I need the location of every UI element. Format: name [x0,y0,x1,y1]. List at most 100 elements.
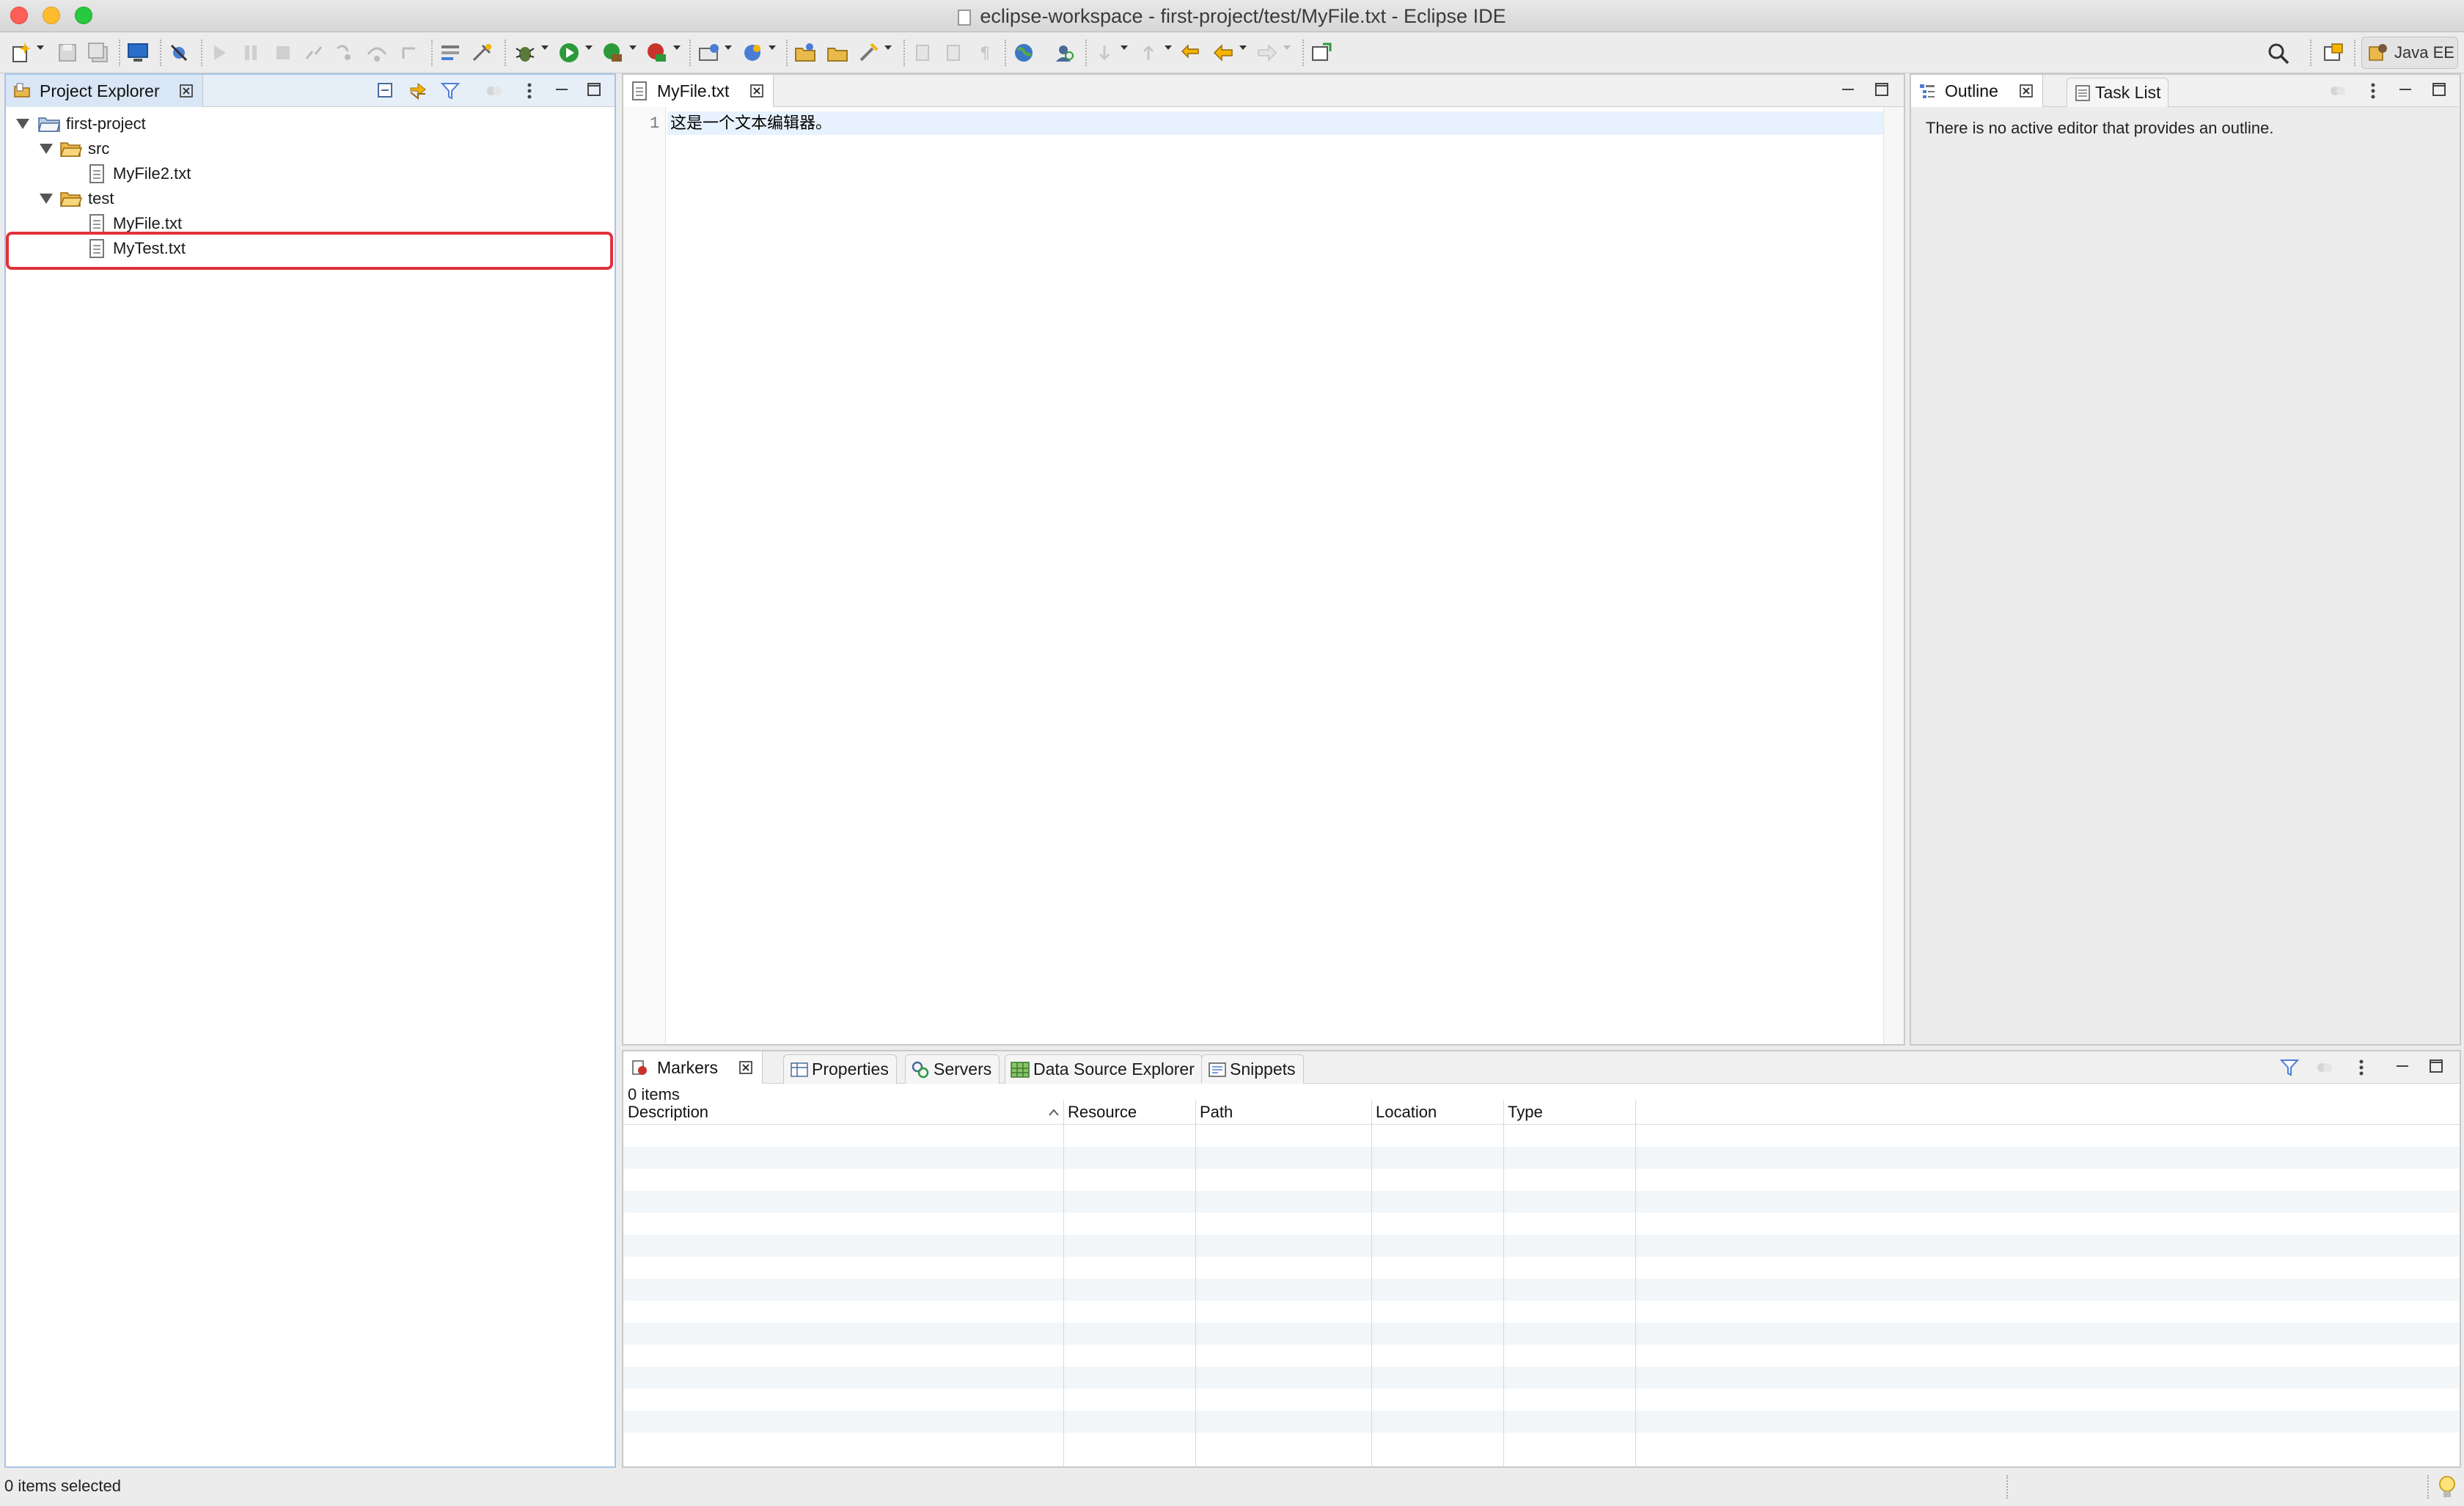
tab-markers[interactable]: Markers [623,1051,763,1084]
disconnect-icon[interactable] [302,41,326,65]
terminal-icon[interactable] [126,41,150,65]
chevron-down-icon[interactable] [725,45,732,50]
chevron-down-icon[interactable] [629,45,637,50]
tab-outline[interactable]: Outline [1911,75,2043,107]
block-selection-icon[interactable] [942,41,965,65]
open-perspective-icon[interactable] [2322,41,2345,65]
run-on-server-icon[interactable] [601,41,625,65]
tab-servers[interactable]: Servers [905,1054,1000,1084]
chevron-down-icon[interactable] [1283,45,1291,50]
chevron-down-icon[interactable] [884,45,892,50]
forward-icon[interactable] [1255,41,1279,65]
save-all-icon[interactable] [87,41,110,65]
markers-icon [632,1060,647,1075]
focus-on-active-task-icon[interactable] [2314,1057,2335,1078]
step-return-icon[interactable] [397,41,421,65]
main-toolbar: ¶ Java EE [0,32,2464,73]
chevron-down-icon[interactable] [541,45,549,50]
minimize-icon[interactable] [2397,81,2414,98]
pin-editor-icon[interactable] [1310,41,1333,65]
maximize-icon[interactable] [1873,81,1891,98]
maximize-icon[interactable] [585,81,603,98]
link-with-editor-icon[interactable] [408,81,428,101]
minimize-icon[interactable] [2394,1057,2411,1075]
editor-text-line[interactable]: 这是一个文本编辑器。 [670,111,832,135]
back-icon[interactable] [1211,41,1235,65]
resume-icon[interactable] [208,41,232,65]
column-header-resource[interactable]: Resource [1063,1100,1195,1125]
close-icon[interactable] [738,1060,753,1075]
chevron-down-icon[interactable] [585,45,593,50]
minimize-icon[interactable] [553,81,571,98]
new-wizard-icon[interactable] [10,41,34,65]
focus-on-active-task-icon[interactable] [2328,81,2348,101]
expand-twisty-icon[interactable] [40,194,53,204]
build-icon[interactable] [471,41,494,65]
external-tools-icon[interactable] [645,41,669,65]
previous-annotation-icon[interactable] [1137,41,1160,65]
column-header-description[interactable]: Description [623,1100,1063,1125]
maximize-icon[interactable] [2430,81,2448,98]
chevron-down-icon[interactable] [1239,45,1247,50]
maximize-icon[interactable] [2427,1057,2445,1075]
tab-data-source-explorer[interactable]: Data Source Explorer [1005,1054,1203,1084]
minimize-icon[interactable] [1839,81,1857,98]
filter-icon[interactable] [440,81,461,101]
java-ee-perspective-button[interactable]: Java EE [2361,37,2458,69]
save-icon[interactable] [56,41,79,65]
chevron-down-icon[interactable] [37,45,44,50]
text-file-icon [89,164,104,183]
new-server-icon[interactable] [697,41,720,65]
filter-icon[interactable] [2279,1057,2300,1078]
close-icon[interactable] [2019,84,2034,98]
collapse-all-icon[interactable] [375,81,396,101]
tab-properties[interactable]: Properties [783,1054,897,1084]
debug-icon[interactable] [513,41,537,65]
tab-snippets[interactable]: Snippets [1201,1054,1304,1084]
expand-twisty-icon[interactable] [40,144,53,154]
column-header-location[interactable]: Location [1371,1100,1503,1125]
column-header-path[interactable]: Path [1195,1100,1371,1125]
folder-open-icon [60,142,82,157]
chevron-down-icon[interactable] [673,45,681,50]
close-icon[interactable] [749,84,764,98]
task-icon[interactable] [857,41,880,65]
focus-on-active-task-icon[interactable] [484,81,505,101]
open-console-icon[interactable] [439,41,462,65]
chevron-down-icon[interactable] [1121,45,1128,50]
tab-label: Servers [934,1059,992,1079]
column-header-type[interactable]: Type [1503,1100,1635,1125]
chevron-down-icon[interactable] [769,45,776,50]
tab-myfile-txt[interactable]: MyFile.txt [623,75,774,107]
new-web-service-icon[interactable] [741,41,764,65]
last-edit-location-icon[interactable] [1179,41,1203,65]
tab-project-explorer[interactable]: Project Explorer [6,75,203,107]
search-icon[interactable] [2266,41,2291,66]
editor-scrollbar[interactable] [1883,107,1904,1044]
expand-twisty-icon[interactable] [16,119,29,129]
view-menu-icon[interactable] [519,81,540,101]
step-over-icon[interactable] [365,41,389,65]
next-annotation-icon[interactable] [1093,41,1116,65]
search-person-icon[interactable] [1053,41,1077,65]
tab-label: MyFile.txt [657,81,730,100]
suspend-icon[interactable] [239,41,263,65]
open-type-icon[interactable] [793,41,817,65]
run-icon[interactable] [557,41,581,65]
show-whitespace-icon[interactable]: ¶ [972,41,996,65]
outline-empty-message: There is no active editor that provides … [1926,119,2274,137]
toolbar-separator [201,40,202,66]
skip-breakpoints-icon[interactable] [167,41,191,65]
project-explorer-panel: Project Explorer first-project src MyFil… [4,73,616,1468]
close-icon[interactable] [179,84,194,98]
open-resource-icon[interactable] [826,41,849,65]
view-menu-icon[interactable] [2363,81,2383,101]
chevron-down-icon[interactable] [1165,45,1172,50]
globe-icon[interactable] [1012,41,1035,65]
tab-task-list[interactable]: Task List [2067,78,2169,107]
terminate-icon[interactable] [271,41,295,65]
lightbulb-icon[interactable] [2436,1474,2458,1502]
view-menu-icon[interactable] [2351,1057,2372,1078]
toggle-mark-occurrences-icon[interactable] [911,41,934,65]
step-into-icon[interactable] [333,41,356,65]
